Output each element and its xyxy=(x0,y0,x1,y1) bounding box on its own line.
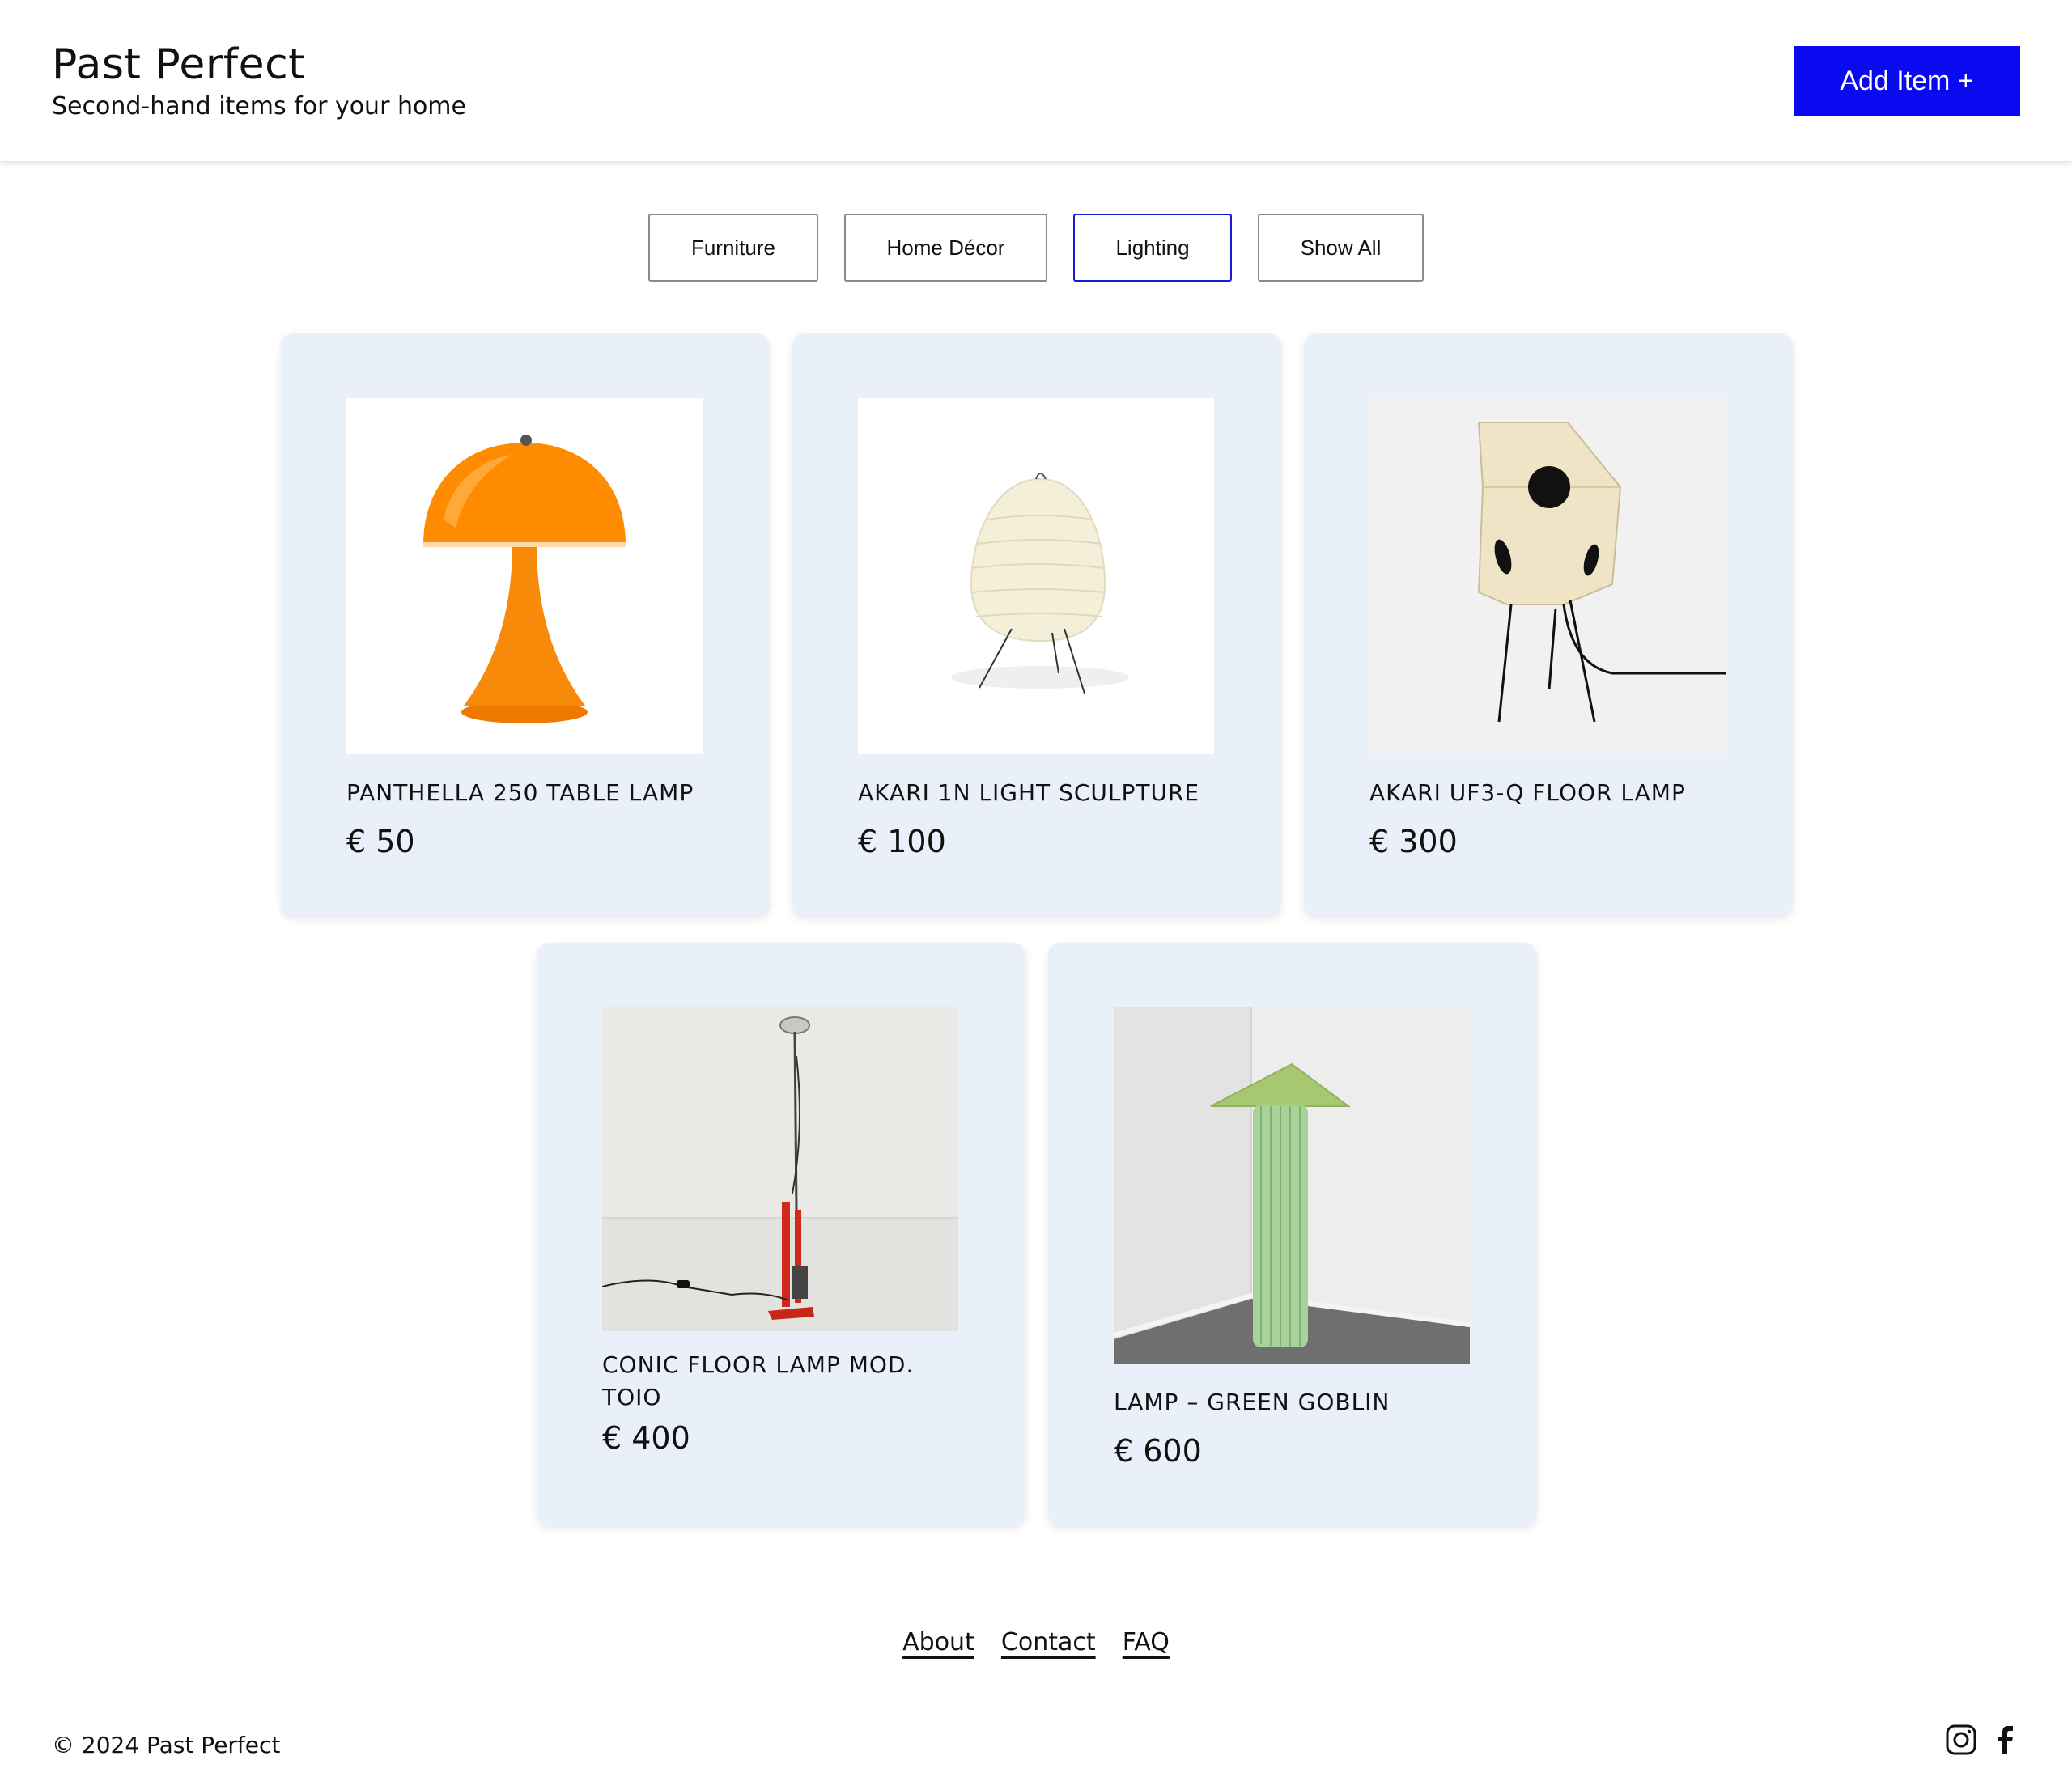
product-name: PANTHELLA 250 TABLE LAMP xyxy=(346,779,694,806)
toio-floor-lamp-image xyxy=(602,1007,958,1331)
product-price: € 300 xyxy=(1369,824,1458,859)
product-name: LAMP – GREEN GOBLIN xyxy=(1114,1389,1391,1415)
product-name: CONIC FLOOR LAMP MOD. TOIO xyxy=(602,1351,915,1410)
floor-lamp-lantern-image xyxy=(1369,398,1726,754)
product-card[interactable]: CONIC FLOOR LAMP MOD. TOIO € 400 xyxy=(537,943,1025,1525)
footer-links: About Contact FAQ xyxy=(0,1628,2072,1656)
site-header: Past Perfect Second-hand items for your … xyxy=(0,0,2072,162)
filter-home-decor[interactable]: Home Décor xyxy=(844,214,1047,282)
product-card[interactable]: PANTHELLA 250 TABLE LAMP € 50 xyxy=(281,333,770,916)
product-price: € 100 xyxy=(858,824,946,859)
product-card[interactable]: LAMP – GREEN GOBLIN € 600 xyxy=(1048,943,1537,1525)
product-card[interactable]: AKARI 1N LIGHT SCULPTURE € 100 xyxy=(792,333,1281,916)
product-price: € 400 xyxy=(602,1420,690,1456)
product-image[interactable] xyxy=(346,398,703,754)
orange-table-lamp-image xyxy=(346,398,703,754)
product-name: AKARI UF3-Q FLOOR LAMP xyxy=(1369,779,1686,806)
product-image[interactable] xyxy=(858,398,1214,754)
filter-furniture[interactable]: Furniture xyxy=(648,214,818,282)
copyright-text: © 2024 Past Perfect xyxy=(52,1732,281,1758)
instagram-icon[interactable] xyxy=(1945,1724,1977,1756)
footer-link-about[interactable]: About xyxy=(902,1628,974,1656)
site-title[interactable]: Past Perfect xyxy=(52,40,305,89)
product-price: € 600 xyxy=(1114,1433,1202,1469)
product-image[interactable] xyxy=(1369,398,1726,754)
product-card[interactable]: AKARI UF3-Q FLOOR LAMP € 300 xyxy=(1304,333,1793,916)
category-filters: Furniture Home Décor Lighting Show All xyxy=(0,214,2072,282)
filter-show-all[interactable]: Show All xyxy=(1258,214,1424,282)
footer-link-contact[interactable]: Contact xyxy=(1001,1628,1096,1656)
filter-lighting[interactable]: Lighting xyxy=(1073,214,1232,282)
product-image[interactable] xyxy=(1114,1007,1470,1364)
green-goblin-lamp-image xyxy=(1114,1007,1470,1364)
site-tagline: Second-hand items for your home xyxy=(52,92,466,121)
footer-link-faq[interactable]: FAQ xyxy=(1123,1628,1170,1656)
facebook-icon[interactable] xyxy=(1989,1724,2022,1756)
product-image[interactable] xyxy=(602,1007,958,1331)
add-item-button[interactable]: Add Item + xyxy=(1794,46,2020,116)
product-price: € 50 xyxy=(346,824,415,859)
paper-lantern-image xyxy=(858,398,1214,754)
product-name: AKARI 1N LIGHT SCULPTURE xyxy=(858,779,1200,806)
